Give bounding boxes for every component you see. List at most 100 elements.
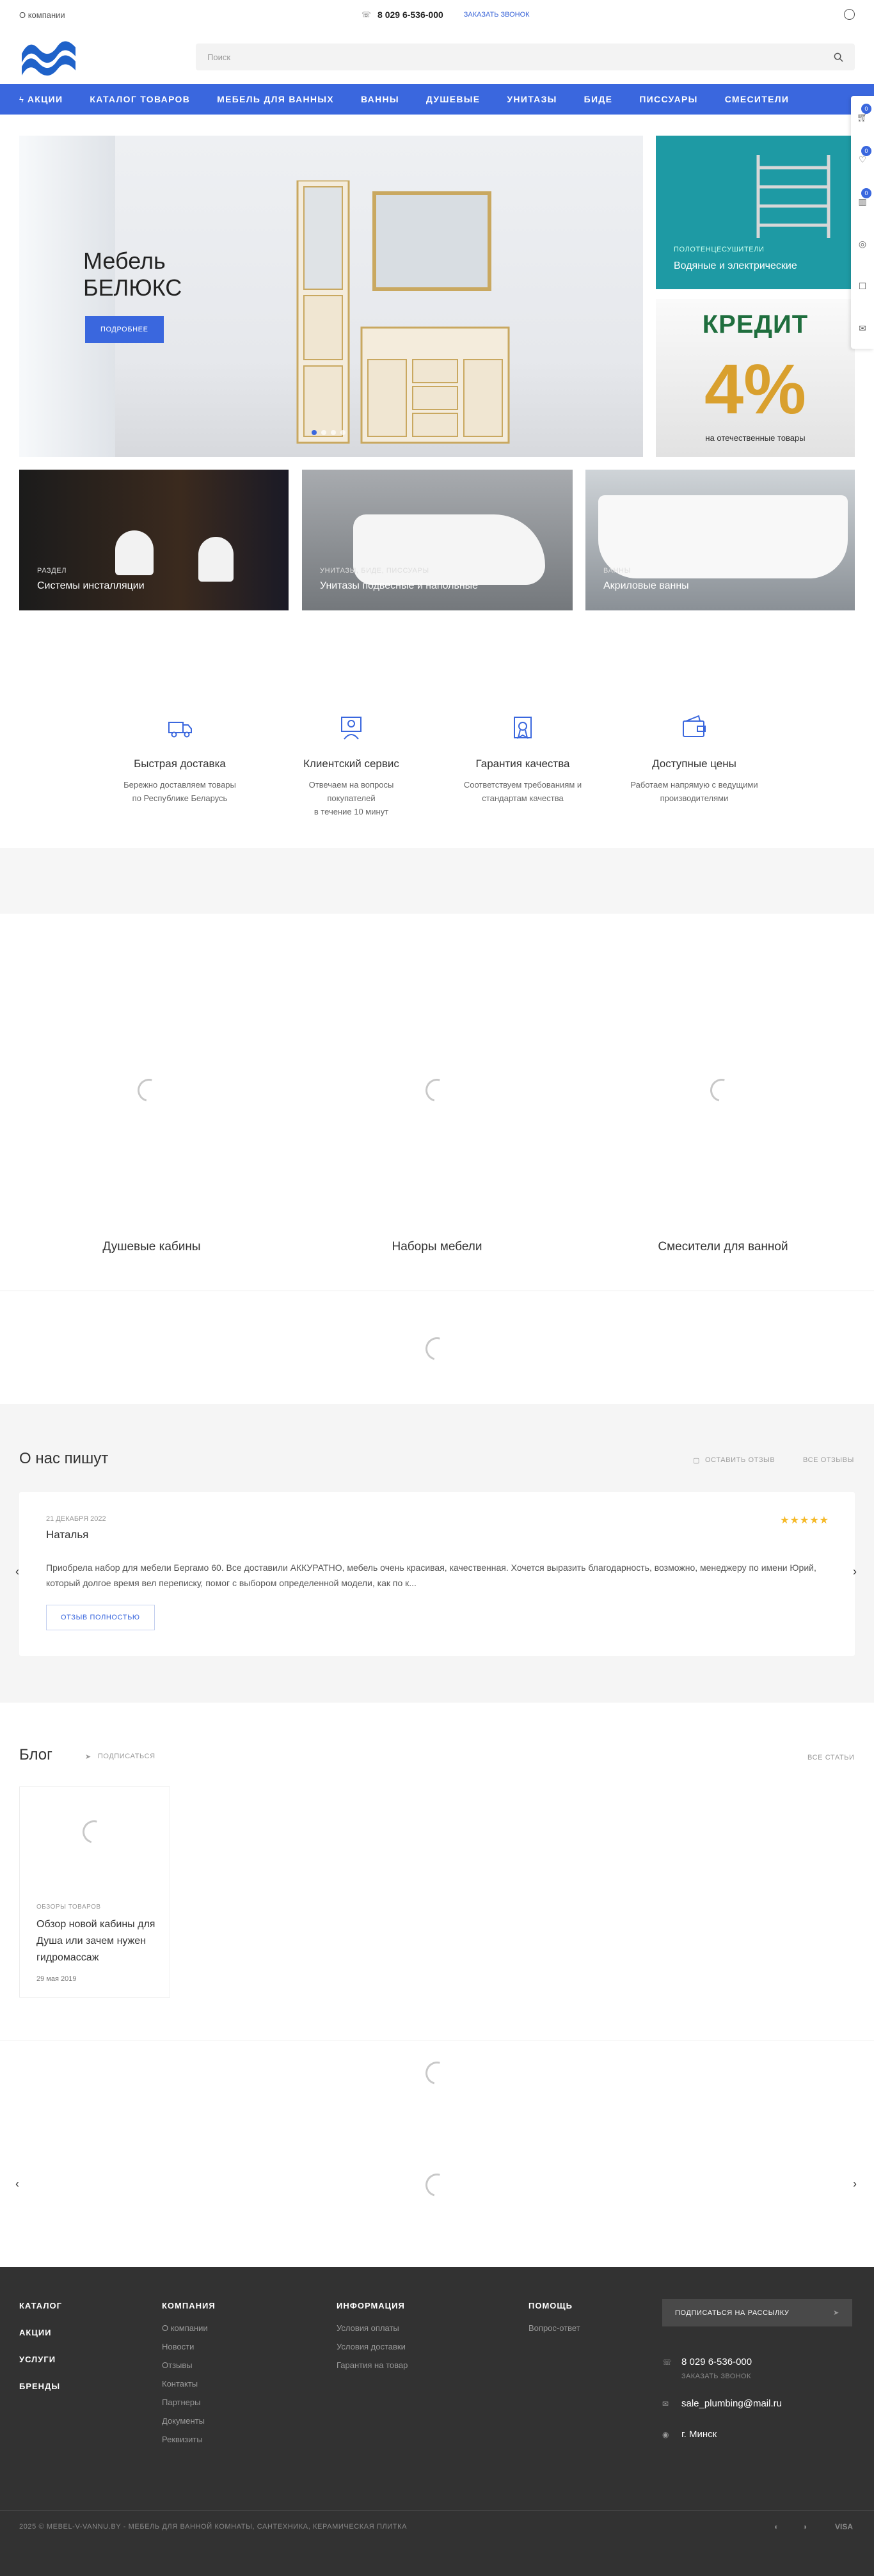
lightning-icon: ϟ [19, 94, 24, 104]
footer-link[interactable]: Гарантия на товар [337, 2360, 408, 2370]
nav-mixers[interactable]: СМЕСИТЕЛИ [725, 94, 790, 104]
tile-furniture-sets[interactable]: Наборы мебели [341, 1240, 533, 1254]
category-sub: УНИТАЗЫ, БИДЕ, ПИССУАРЫ [320, 567, 429, 575]
hero-title-line2: БЕЛЮКС [83, 274, 182, 301]
promo-towel-dryers[interactable]: ПОЛОТЕНЦЕСУШИТЕЛИ Водяные и электрически… [656, 136, 855, 289]
favorites-button[interactable]: ♡ 0 [851, 138, 874, 180]
footer-link[interactable]: Контакты [162, 2379, 216, 2389]
blog-subscribe-link[interactable]: ➤ ПОДПИСАТЬСЯ [85, 1753, 155, 1761]
leave-review-link[interactable]: ▢ ОСТАВИТЬ ОТЗЫВ [693, 1456, 775, 1465]
chat-icon: ▢ [693, 1457, 700, 1465]
nav-furniture[interactable]: МЕБЕЛЬ ДЛЯ ВАННЫХ [217, 94, 334, 104]
advantage-desc: Бережно доставляем товары по Республике … [123, 780, 236, 803]
category-installations[interactable]: РАЗДЕЛ Системы инсталляции [19, 470, 289, 610]
slider-dot[interactable] [312, 430, 317, 435]
copyright: 2025 © MEBEL-V-VANNU.BY - МЕБЕЛЬ ДЛЯ ВАН… [19, 2523, 408, 2531]
bidet-shape [198, 537, 234, 582]
chat-button[interactable]: ☐ [851, 265, 874, 307]
all-articles-link[interactable]: ВСЕ СТАТЬИ [807, 1754, 855, 1761]
nav-bidets[interactable]: БИДЕ [584, 94, 613, 104]
blog-card[interactable]: ОБЗОРЫ ТОВАРОВ Обзор новой кабины для Ду… [19, 1786, 170, 1998]
about-link[interactable]: О компании [19, 10, 65, 20]
nav-catalog[interactable]: КАТАЛОГ ТОВАРОВ [90, 94, 190, 104]
footer-link[interactable]: Вопрос-ответ [528, 2323, 580, 2333]
promo-credit[interactable]: КРЕДИТ 4% на отечественные товары [656, 299, 855, 457]
footer-phone[interactable]: ☏ 8 029 6-536-000 [662, 2357, 752, 2367]
cart-button[interactable]: 🛒︎ 0 [851, 96, 874, 138]
footer-brands[interactable]: БРЕНДЫ [19, 2381, 62, 2391]
user-icon[interactable] [844, 9, 855, 20]
chevron-right-icon[interactable]: › [853, 2177, 857, 2191]
callback-link[interactable]: ЗАКАЗАТЬ ЗВОНОК [464, 11, 530, 19]
towel-dryer-image [756, 155, 830, 238]
nav-showers[interactable]: ДУШЕВЫЕ [426, 94, 481, 104]
payment-card-icon: ◐ [774, 2522, 779, 2531]
footer-address: ◉ г. Минск [662, 2429, 717, 2440]
footer-company: КОМПАНИЯ О компании Новости Отзывы Конта… [162, 2301, 216, 2453]
credit-percent: 4% [704, 350, 806, 429]
header: Поиск [0, 29, 874, 84]
footer-link[interactable]: Реквизиты [162, 2435, 216, 2444]
footer-link[interactable]: Условия доставки [337, 2342, 408, 2351]
review-author: Наталья [46, 1529, 89, 1541]
footer-link[interactable]: Условия оплаты [337, 2323, 408, 2333]
footer-subscribe-button[interactable]: ПОДПИСАТЬСЯ НА РАССЫЛКУ ➤ [662, 2299, 852, 2326]
slider-dot[interactable] [331, 430, 336, 435]
review-full-button[interactable]: ОТЗЫВ ПОЛНОСТЬЮ [46, 1605, 155, 1630]
footer-help-title: ПОМОЩЬ [528, 2301, 573, 2310]
phone-icon: ☏ [662, 2357, 672, 2367]
nav-baths[interactable]: ВАННЫ [361, 94, 399, 104]
nav-urinals[interactable]: ПИССУАРЫ [639, 94, 697, 104]
search-placeholder: Поиск [207, 52, 231, 62]
compare-button[interactable]: ▥ 0 [851, 180, 874, 223]
footer-subscribe-label: ПОДПИСАТЬСЯ НА РАССЫЛКУ [675, 2309, 790, 2317]
credit-caption: на отечественные товары [705, 433, 806, 443]
visa-icon: VISA [835, 2522, 854, 2531]
footer-link[interactable]: Отзывы [162, 2360, 216, 2370]
footer-link[interactable]: Новости [162, 2342, 216, 2351]
logo[interactable] [19, 35, 78, 77]
tile-mixers[interactable]: Смесители для ванной [627, 1240, 819, 1254]
tile-shower-cabins[interactable]: Душевые кабины [56, 1240, 248, 1254]
all-reviews-link[interactable]: ВСЕ ОТЗЫВЫ [803, 1456, 854, 1464]
location-icon: ◉ [662, 2429, 669, 2439]
mail-button[interactable]: ✉ [851, 307, 874, 349]
slider-dot[interactable] [321, 430, 326, 435]
category-toilets[interactable]: УНИТАЗЫ, БИДЕ, ПИССУАРЫ Унитазы подвесны… [302, 470, 573, 610]
search-input[interactable]: Поиск [196, 44, 855, 70]
review-stars: ★★★★★ [780, 1515, 829, 1526]
hero-more-button[interactable]: ПОДРОБНЕЕ [85, 316, 164, 343]
search-icon[interactable] [834, 52, 843, 62]
hero-slider[interactable]: Мебель БЕЛЮКС ПОДРОБНЕЕ [19, 136, 643, 457]
send-icon: ➤ [833, 2309, 839, 2317]
footer-company-title: КОМПАНИЯ [162, 2301, 216, 2310]
compare-count: 0 [861, 188, 871, 198]
advantage-title: Гарантия качества [475, 758, 570, 770]
footer-email[interactable]: ✉ sale_plumbing@mail.ru [662, 2398, 782, 2409]
advantage-desc: Отвечаем на вопросы покупателей в течени… [308, 780, 394, 816]
certificate-icon [514, 717, 532, 740]
footer-callback-link[interactable]: ЗАКАЗАТЬ ЗВОНОК [681, 2373, 751, 2380]
advantage-prices: Доступные цены Работаем напрямую с ведущ… [598, 713, 790, 805]
chevron-left-icon[interactable]: ‹ [15, 1565, 19, 1578]
footer-catalog[interactable]: КАТАЛОГ [19, 2301, 62, 2310]
chevron-right-icon[interactable]: › [853, 1565, 857, 1578]
leave-review-label: ОСТАВИТЬ ОТЗЫВ [705, 1456, 775, 1464]
chevron-left-icon[interactable]: ‹ [15, 2177, 19, 2191]
category-acrylic-baths[interactable]: ВАННЫ Акриловые ванны [585, 470, 855, 610]
footer-actions[interactable]: АКЦИИ [19, 2328, 62, 2337]
advantage-quality: Гарантия качества Соответствуем требован… [427, 713, 619, 805]
nav-actions[interactable]: АКЦИИ [28, 94, 63, 104]
location-button[interactable]: ◎ [851, 223, 874, 265]
footer-link[interactable]: Документы [162, 2416, 216, 2426]
nav-toilets[interactable]: УНИТАЗЫ [507, 94, 557, 104]
slider-dot[interactable] [340, 430, 346, 435]
category-sub: РАЗДЕЛ [37, 567, 67, 575]
credit-title: КРЕДИТ [702, 310, 809, 338]
header-phone[interactable]: 8 029 6-536-000 [377, 10, 443, 20]
footer-services[interactable]: УСЛУГИ [19, 2355, 62, 2364]
phone-box: ☏ 8 029 6-536-000 ЗАКАЗАТЬ ЗВОНОК [362, 0, 530, 29]
footer-link[interactable]: Партнеры [162, 2397, 216, 2407]
footer: КАТАЛОГ АКЦИИ УСЛУГИ БРЕНДЫ КОМПАНИЯ О к… [0, 2267, 874, 2576]
footer-link[interactable]: О компании [162, 2323, 216, 2333]
